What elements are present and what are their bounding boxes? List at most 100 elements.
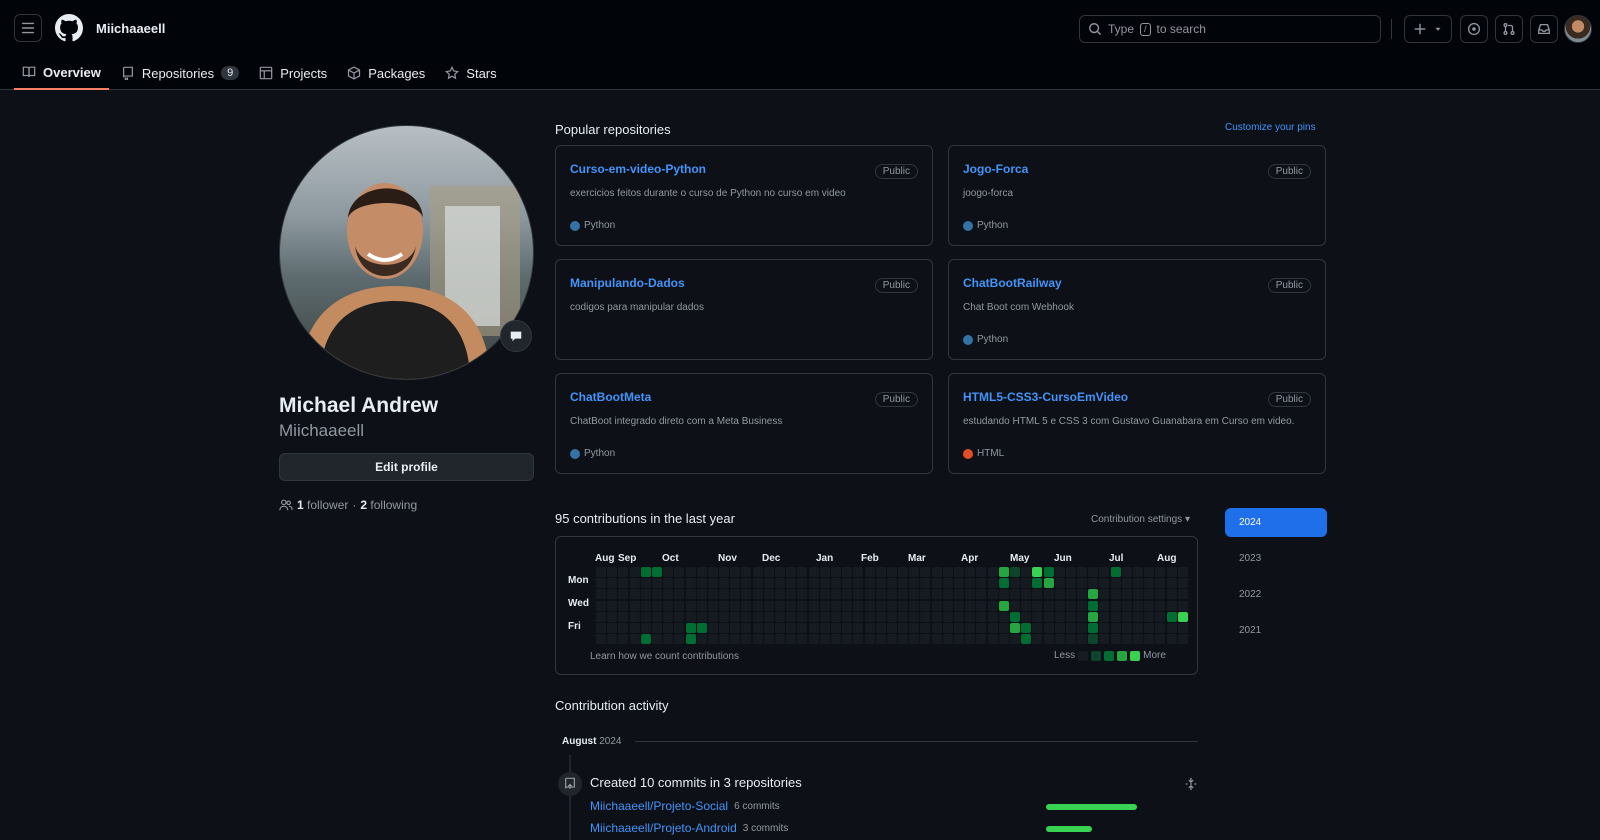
contribution-day[interactable] — [752, 567, 763, 577]
contribution-day[interactable] — [976, 611, 987, 622]
contribution-day[interactable] — [976, 567, 987, 577]
contribution-day[interactable] — [607, 600, 618, 611]
contribution-day[interactable] — [663, 634, 674, 645]
contribution-day[interactable] — [674, 611, 685, 622]
contribution-day[interactable] — [920, 634, 931, 645]
contribution-day[interactable] — [1166, 622, 1177, 633]
contribution-day[interactable] — [786, 578, 797, 589]
contribution-day[interactable] — [1021, 600, 1032, 611]
tab-overview[interactable]: Overview — [14, 56, 109, 90]
contribution-day[interactable] — [618, 567, 629, 577]
contribution-day[interactable] — [976, 589, 987, 600]
contribution-day[interactable] — [808, 567, 819, 577]
create-new-button[interactable] — [1404, 15, 1452, 43]
contribution-day[interactable] — [640, 611, 651, 622]
contribution-day[interactable] — [1021, 567, 1032, 577]
contribution-day[interactable] — [1054, 611, 1065, 622]
contribution-day[interactable] — [775, 589, 785, 600]
contribution-day[interactable] — [696, 622, 707, 633]
menu-icon[interactable] — [14, 14, 42, 42]
contribution-day[interactable] — [920, 589, 931, 600]
contribution-day[interactable] — [998, 622, 1009, 633]
contribution-day[interactable] — [898, 611, 909, 622]
contribution-day[interactable] — [1032, 578, 1043, 589]
tab-packages[interactable]: Packages — [339, 56, 433, 90]
search-input[interactable]: Type / to search — [1079, 15, 1381, 43]
contribution-day[interactable] — [1177, 589, 1188, 600]
contribution-day[interactable] — [696, 600, 707, 611]
contribution-day[interactable] — [730, 589, 741, 600]
contribution-day[interactable] — [763, 589, 774, 600]
contribution-day[interactable] — [1121, 622, 1132, 633]
contribution-day[interactable] — [842, 622, 853, 633]
contribution-day[interactable] — [853, 634, 864, 645]
contribution-day[interactable] — [886, 600, 897, 611]
contribution-day[interactable] — [987, 611, 998, 622]
contribution-day[interactable] — [685, 634, 696, 645]
contribution-day[interactable] — [1065, 622, 1076, 633]
contribution-day[interactable] — [875, 622, 886, 633]
contribution-day[interactable] — [607, 567, 618, 577]
contribution-day[interactable] — [987, 589, 998, 600]
contribution-day[interactable] — [651, 611, 662, 622]
contribution-day[interactable] — [998, 611, 1009, 622]
contribution-day[interactable] — [775, 600, 785, 611]
contribution-day[interactable] — [875, 567, 886, 577]
contribution-day[interactable] — [629, 622, 640, 633]
repo-name-link[interactable]: HTML5-CSS3-CursoEmVideo — [963, 390, 1311, 404]
contribution-day[interactable] — [1155, 634, 1166, 645]
contribution-day[interactable] — [696, 567, 707, 577]
contribution-day[interactable] — [909, 634, 920, 645]
contribution-day[interactable] — [976, 634, 987, 645]
contribution-day[interactable] — [607, 634, 618, 645]
contribution-day[interactable] — [954, 578, 964, 589]
profile-owner-link[interactable]: Miichaaeell — [96, 21, 165, 36]
contribution-day[interactable] — [987, 634, 998, 645]
contribution-day[interactable] — [1133, 634, 1143, 645]
contribution-day[interactable] — [1088, 634, 1099, 645]
contribution-day[interactable] — [640, 589, 651, 600]
tab-repositories[interactable]: Repositories 9 — [113, 56, 247, 90]
contribution-day[interactable] — [998, 634, 1009, 645]
contribution-day[interactable] — [651, 634, 662, 645]
github-logo-icon[interactable] — [55, 14, 83, 42]
contribution-day[interactable] — [965, 622, 976, 633]
contribution-day[interactable] — [674, 567, 685, 577]
contribution-day[interactable] — [1110, 611, 1121, 622]
contribution-day[interactable] — [719, 634, 730, 645]
contribution-day[interactable] — [1177, 600, 1188, 611]
contribution-day[interactable] — [719, 578, 730, 589]
contribution-day[interactable] — [1088, 567, 1099, 577]
contribution-day[interactable] — [775, 578, 785, 589]
contribution-day[interactable] — [1088, 622, 1099, 633]
contribution-day[interactable] — [786, 589, 797, 600]
contribution-day[interactable] — [707, 634, 718, 645]
contribution-day[interactable] — [775, 567, 785, 577]
contribution-day[interactable] — [651, 600, 662, 611]
contribution-day[interactable] — [886, 578, 897, 589]
contribution-day[interactable] — [1054, 567, 1065, 577]
contribution-day[interactable] — [965, 589, 976, 600]
contribution-day[interactable] — [830, 622, 841, 633]
contribution-day[interactable] — [1155, 622, 1166, 633]
contribution-day[interactable] — [987, 567, 998, 577]
contribution-day[interactable] — [1088, 578, 1099, 589]
contribution-day[interactable] — [808, 578, 819, 589]
contribution-day[interactable] — [1099, 578, 1110, 589]
contribution-day[interactable] — [797, 589, 808, 600]
contribution-day[interactable] — [707, 622, 718, 633]
activity-repo-link[interactable]: Miichaaeell/Projeto-Android — [590, 821, 737, 835]
contribution-day[interactable] — [909, 589, 920, 600]
repo-name-link[interactable]: Curso-em-video-Python — [570, 162, 918, 176]
contribution-day[interactable] — [629, 589, 640, 600]
tab-projects[interactable]: Projects — [251, 56, 335, 90]
contribution-settings-dropdown[interactable]: Contribution settings ▾ — [1091, 514, 1190, 525]
contribution-day[interactable] — [987, 600, 998, 611]
contribution-day[interactable] — [640, 634, 651, 645]
contribution-day[interactable] — [1032, 589, 1043, 600]
contribution-day[interactable] — [763, 578, 774, 589]
contribution-day[interactable] — [1065, 578, 1076, 589]
contribution-day[interactable] — [830, 578, 841, 589]
contribution-day[interactable] — [696, 589, 707, 600]
contribution-day[interactable] — [1009, 567, 1020, 577]
